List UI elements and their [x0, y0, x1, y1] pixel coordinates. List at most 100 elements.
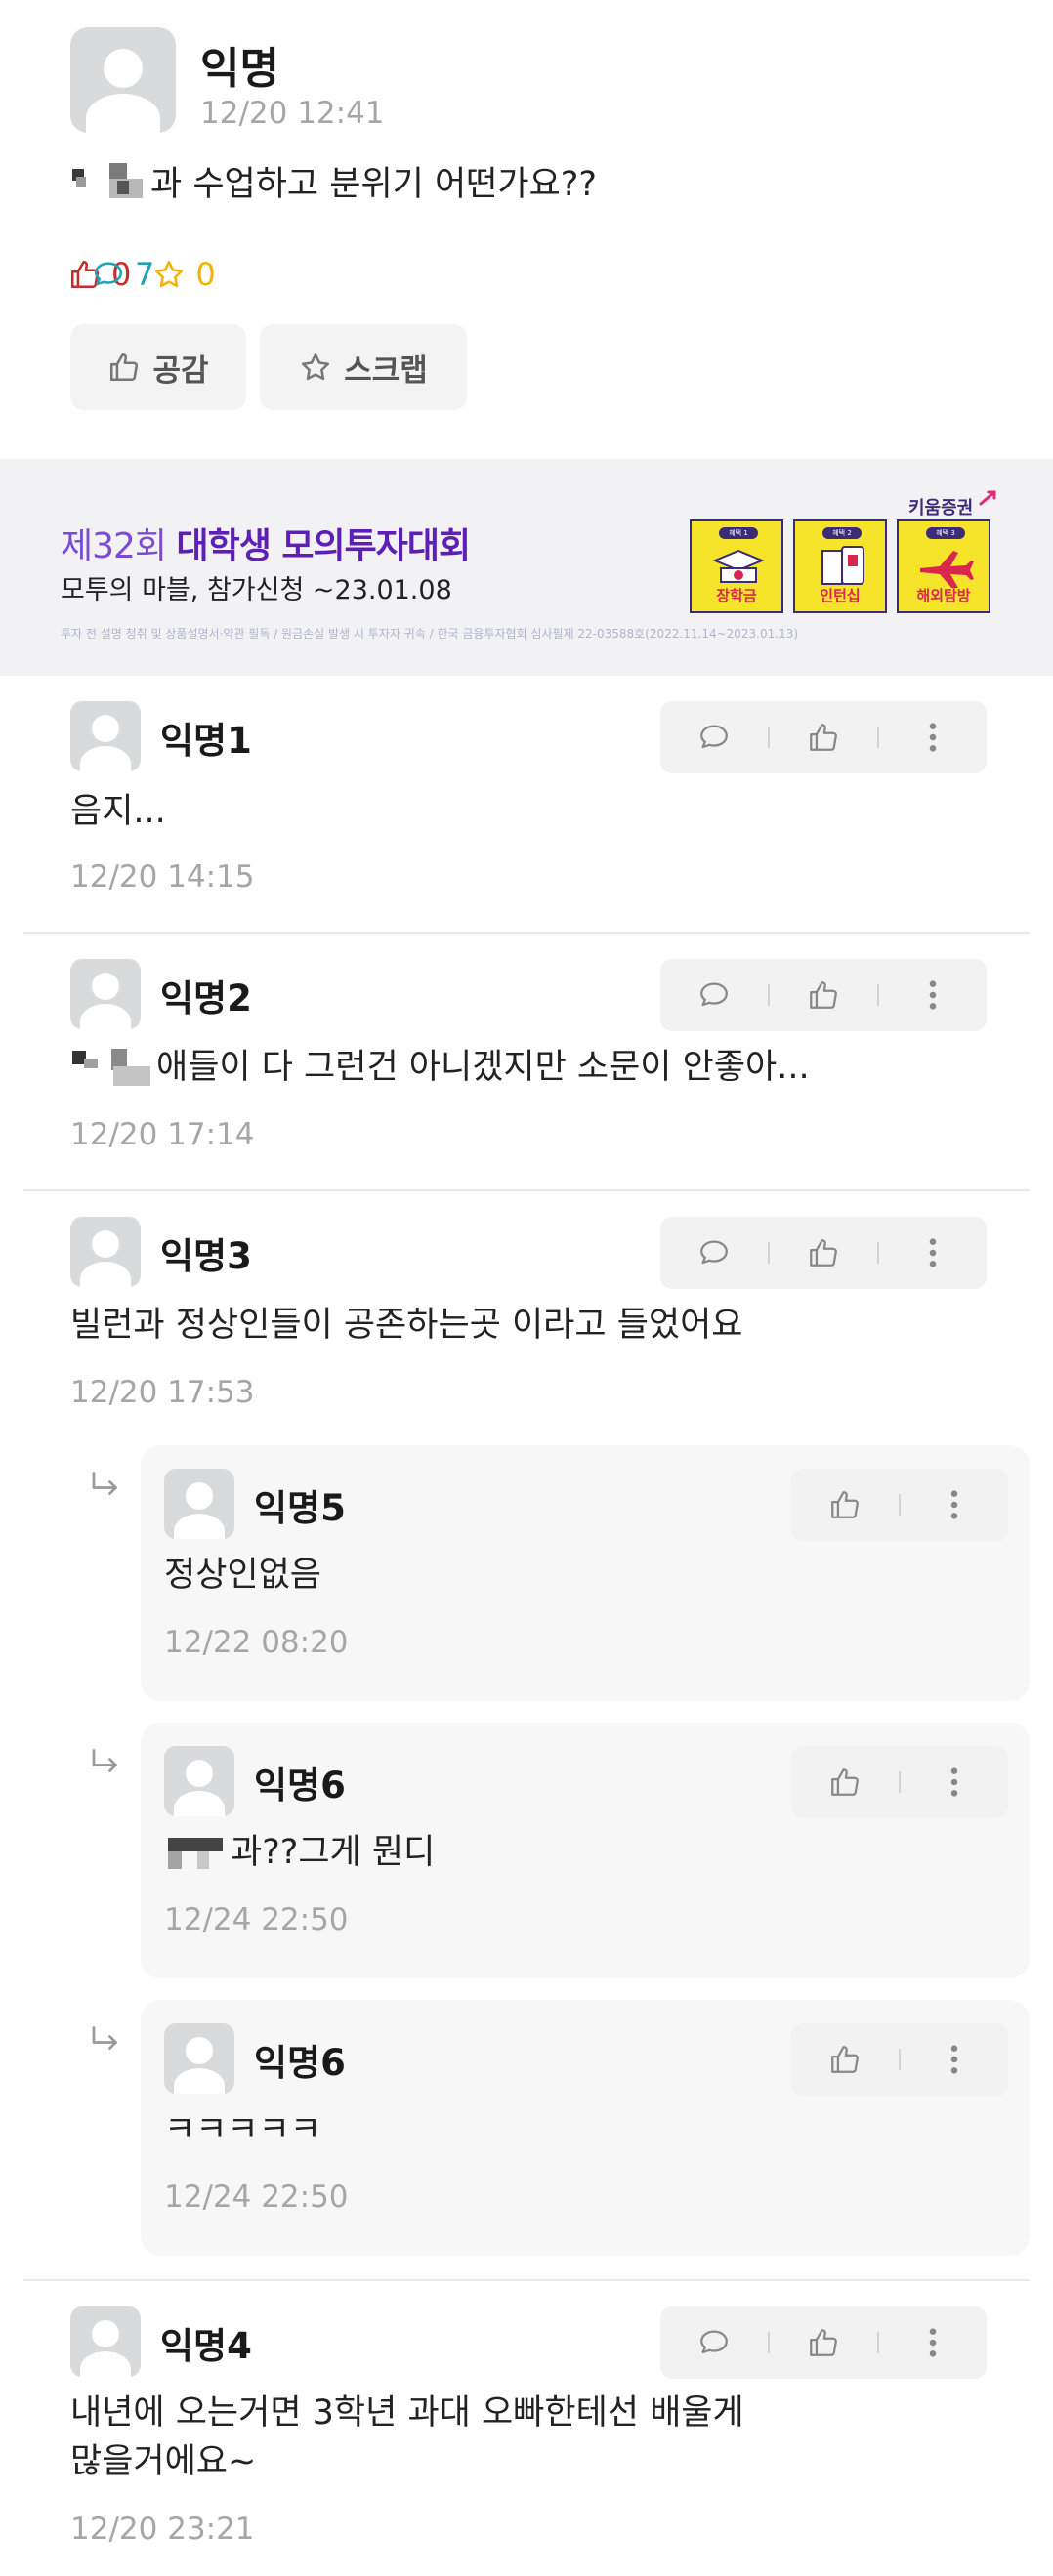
- comment-time: 12/20 23:21: [70, 2512, 255, 2547]
- speech-bubble-icon: [700, 1240, 728, 1265]
- post-action-buttons: 공감 스크랩: [70, 324, 467, 410]
- comment-author: 익명4: [160, 2325, 252, 2367]
- comment-time: 12/20 17:14: [70, 1117, 255, 1152]
- reply-arrow-icon: [92, 2026, 117, 2050]
- reply-more-button[interactable]: [901, 1469, 1008, 1541]
- reply-button[interactable]: [660, 959, 768, 1031]
- comment-more-button[interactable]: [879, 701, 987, 773]
- comment-more-button[interactable]: [879, 959, 987, 1031]
- reply-avatar: [164, 2023, 234, 2094]
- reply-arrow-icon: [92, 1472, 117, 1495]
- comment-avatar: [70, 959, 141, 1029]
- like-button[interactable]: 공감: [70, 324, 246, 410]
- reply-author: 익명6: [254, 1765, 346, 1807]
- ad-tile-internship: 혜택 2 인턴십: [793, 519, 887, 613]
- ad-banner[interactable]: 제32회 대학생 모의투자대회 모투의 마블, 참가신청 ~23.01.08 투…: [0, 459, 1053, 676]
- comment-like-button[interactable]: [770, 701, 877, 773]
- thumbs-up-icon: [810, 2329, 837, 2356]
- reply-avatar: [164, 1746, 234, 1816]
- comment-item: 익명4 내년에 오는거면 3학년 과대 오빠한테선 배울게 많을거에요~ 12/…: [23, 2281, 1030, 2576]
- reply-avatar: [164, 1469, 234, 1539]
- reply-like-button[interactable]: [791, 1746, 899, 1818]
- comment-time: 12/20 14:15: [70, 859, 255, 894]
- ad-fine-print: 투자 전 설명 청취 및 상품설명서·약관 필독 / 원금손실 발생 시 투자자…: [61, 627, 799, 641]
- post-comment-count: 7: [92, 256, 1053, 293]
- comment-item: 익명1 음지... 12/20 14:15: [23, 676, 1030, 934]
- speech-bubble-icon: [94, 262, 123, 286]
- id-card-icon: [821, 546, 864, 585]
- post: 익명 12/20 12:41 과 수업하고 분위기 어떤가요?? 0 7 0 공…: [0, 0, 1053, 459]
- more-vertical-icon: [950, 1490, 958, 1519]
- comment-text: 애들이 다 그런건 아니겠지만 소문이 안좋아...: [70, 1043, 810, 1092]
- comment-author: 익명3: [160, 1235, 252, 1277]
- reply-text: ㅋㅋㅋㅋㅋ: [164, 2110, 322, 2149]
- reply-time: 12/24 22:50: [164, 1902, 349, 1937]
- like-button-label: 공감: [152, 353, 209, 389]
- comment-actions: [660, 1217, 987, 1289]
- comment-time: 12/20 17:53: [70, 1375, 255, 1410]
- scrap-button-label: 스크랩: [344, 353, 428, 389]
- reply-author: 익명6: [254, 2042, 346, 2084]
- brand-arrow-icon: [979, 490, 996, 506]
- censored-mosaic: [164, 1830, 231, 1875]
- graduation-cap-icon: [712, 549, 765, 583]
- comment-more-button[interactable]: [879, 1217, 987, 1289]
- ad-tile-scholarship: 혜택 1 장학금: [690, 519, 783, 613]
- comment-actions: [660, 701, 987, 773]
- reply-time: 12/24 22:50: [164, 2180, 349, 2215]
- reply-actions: [791, 1469, 1008, 1541]
- thumbs-up-icon: [110, 353, 139, 382]
- thumbs-up-icon: [810, 981, 837, 1009]
- more-vertical-icon: [929, 723, 937, 752]
- comment-author: 익명1: [160, 720, 252, 762]
- reply-text: 정상인없음: [164, 1556, 322, 1595]
- comment-item: 익명3 빌런과 정상인들이 공존하는곳 이라고 들었어요 12/20 17:53…: [23, 1191, 1030, 2281]
- reply-item: 익명6 ㅋㅋㅋㅋㅋ 12/24 22:50: [141, 2000, 1030, 2256]
- speech-bubble-icon: [700, 725, 728, 749]
- thumbs-up-icon: [810, 1239, 837, 1267]
- post-author: 익명: [200, 44, 279, 94]
- comment-actions: [660, 959, 987, 1031]
- comment-actions: [660, 2306, 987, 2379]
- reply-time: 12/22 08:20: [164, 1625, 349, 1660]
- reply-item: 익명5 정상인없음 12/22 08:20: [141, 1445, 1030, 1701]
- reply-more-button[interactable]: [901, 2023, 1008, 2096]
- more-vertical-icon: [929, 2328, 937, 2357]
- star-icon: [302, 353, 330, 381]
- airplane-icon: [920, 551, 974, 588]
- thumbs-up-icon: [810, 724, 837, 751]
- reply-actions: [791, 2023, 1008, 2096]
- reply-more-button[interactable]: [901, 1746, 1008, 1818]
- scrap-button[interactable]: 스크랩: [260, 324, 467, 410]
- reply-actions: [791, 1746, 1008, 1818]
- comment-text: 빌런과 정상인들이 공존하는곳 이라고 들었어요: [70, 1306, 743, 1345]
- ad-subtitle: 모투의 마블, 참가신청 ~23.01.08: [61, 575, 452, 605]
- comment-like-button[interactable]: [770, 1217, 877, 1289]
- comment-text: 내년에 오는거면 3학년 과대 오빠한테선 배울게 많을거에요~: [70, 2393, 744, 2481]
- censored-mosaic: [70, 159, 150, 204]
- post-stats: 0 7 0: [68, 256, 216, 293]
- ad-benefit-tiles: 혜택 1 장학금 혜택 2 인턴십 혜택 3 해외탐방: [690, 519, 990, 613]
- post-time: 12/20 12:41: [200, 96, 385, 131]
- ad-brand-logo: 키움증권: [908, 498, 974, 519]
- post-author-avatar: [70, 27, 176, 133]
- comment-like-button[interactable]: [770, 959, 877, 1031]
- comment-text: 음지...: [70, 792, 166, 831]
- reply-button[interactable]: [660, 2306, 768, 2379]
- comment-like-button[interactable]: [770, 2306, 877, 2379]
- comment-author: 익명2: [160, 977, 252, 1019]
- post-text: 과 수업하고 분위기 어떤가요??: [70, 156, 597, 206]
- comment-more-button[interactable]: [879, 2306, 987, 2379]
- thumbs-up-icon: [831, 2046, 859, 2073]
- reply-button[interactable]: [660, 701, 768, 773]
- reply-author: 익명5: [254, 1487, 346, 1529]
- comment-item: 익명2 애들이 다 그런건 아니겠지만 소문이 안좋아... 12/20 17:…: [23, 934, 1030, 1191]
- reply-like-button[interactable]: [791, 1469, 899, 1541]
- post-body-text: 과 수업하고 분위기 어떤가요??: [150, 165, 597, 204]
- reply-like-button[interactable]: [791, 2023, 899, 2096]
- comment-avatar: [70, 2306, 141, 2377]
- ad-title: 제32회 대학생 모의투자대회: [61, 526, 471, 566]
- reply-button[interactable]: [660, 1217, 768, 1289]
- more-vertical-icon: [950, 1767, 958, 1797]
- reply-arrow-icon: [92, 1749, 117, 1772]
